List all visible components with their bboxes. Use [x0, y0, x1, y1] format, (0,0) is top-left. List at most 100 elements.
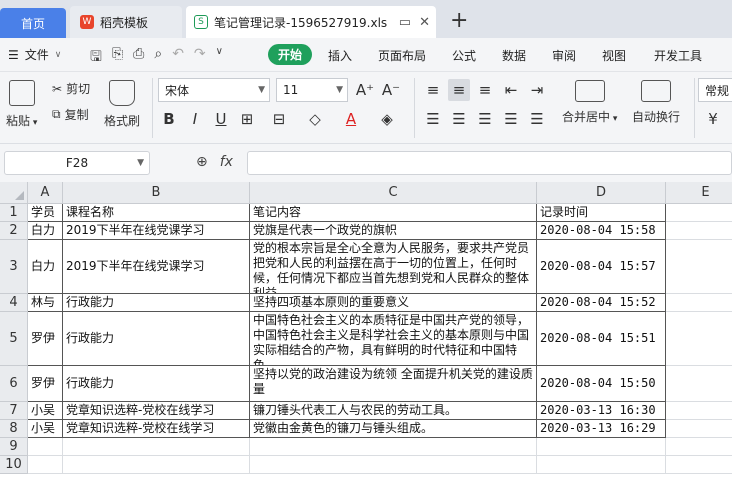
cell-a4[interactable]: 林与: [28, 294, 63, 312]
save-icon[interactable]: 🖫: [90, 46, 102, 70]
row-header-7[interactable]: 7: [0, 402, 28, 420]
cell-e5[interactable]: [666, 312, 732, 366]
column-header-d[interactable]: D: [537, 182, 666, 204]
formula-input[interactable]: [247, 151, 732, 175]
row-header-1[interactable]: 1: [0, 204, 28, 222]
cell-b9[interactable]: [63, 438, 250, 456]
export-icon[interactable]: ⎘: [112, 46, 123, 70]
cell-e7[interactable]: [666, 402, 732, 420]
chevron-down-icon[interactable]: ∨: [216, 46, 223, 70]
cell-a5[interactable]: 罗伊: [28, 312, 63, 366]
align-right-icon[interactable]: ☰: [474, 108, 496, 130]
column-header-c[interactable]: C: [250, 182, 537, 204]
cell-e1[interactable]: [666, 204, 732, 222]
redo-icon[interactable]: ↷: [194, 46, 206, 70]
indent-decrease-icon[interactable]: ⇤: [500, 79, 522, 101]
cell-e10[interactable]: [666, 456, 732, 474]
cell-b5[interactable]: 行政能力: [63, 312, 250, 366]
menu-formulas[interactable]: 公式: [452, 47, 476, 64]
wrap-text-button[interactable]: 自动换行: [632, 80, 680, 125]
menu-insert[interactable]: 插入: [328, 47, 352, 64]
menu-home[interactable]: 开始: [268, 44, 313, 65]
cell-d2[interactable]: 2020-08-04 15:58: [537, 222, 666, 240]
cell-d3[interactable]: 2020-08-04 15:57: [537, 240, 666, 294]
cell-d8[interactable]: 2020-03-13 16:29: [537, 420, 666, 438]
cell-b10[interactable]: [63, 456, 250, 474]
cell-d9[interactable]: [537, 438, 666, 456]
align-center-icon[interactable]: ☰: [448, 108, 470, 130]
decrease-font-icon[interactable]: A⁻: [380, 79, 402, 101]
cell-d7[interactable]: 2020-03-13 16:30: [537, 402, 666, 420]
file-menu[interactable]: ☰ 文件 ∨: [8, 46, 61, 63]
row-header-4[interactable]: 4: [0, 294, 28, 312]
cell-b4[interactable]: 行政能力: [63, 294, 250, 312]
column-header-b[interactable]: B: [63, 182, 250, 204]
cell-d1[interactable]: 记录时间: [537, 204, 666, 222]
cell-a3[interactable]: 白力: [28, 240, 63, 294]
menu-view[interactable]: 视图: [602, 47, 626, 64]
row-header-9[interactable]: 9: [0, 438, 28, 456]
cell-d5[interactable]: 2020-08-04 15:51: [537, 312, 666, 366]
cell-e4[interactable]: [666, 294, 732, 312]
cell-c4[interactable]: 坚持四项基本原则的重要意义: [250, 294, 537, 312]
increase-font-icon[interactable]: A⁺: [354, 79, 376, 101]
cell-b3[interactable]: 2019下半年在线党课学习: [63, 240, 250, 294]
cell-a10[interactable]: [28, 456, 63, 474]
print-preview-icon[interactable]: ⌕: [154, 46, 162, 70]
row-header-2[interactable]: 2: [0, 222, 28, 240]
format-painter-button[interactable]: 格式刷: [104, 80, 140, 129]
cell-e9[interactable]: [666, 438, 732, 456]
cell-d4[interactable]: 2020-08-04 15:52: [537, 294, 666, 312]
zoom-icon[interactable]: ⊕: [196, 154, 208, 170]
select-all-corner[interactable]: [0, 182, 28, 204]
cell-c8[interactable]: 党徽由金黄色的镰刀与锤头组成。: [250, 420, 537, 438]
column-header-a[interactable]: A: [28, 182, 63, 204]
cell-c9[interactable]: [250, 438, 537, 456]
cell-b6[interactable]: 行政能力: [63, 366, 250, 402]
cell-d6[interactable]: 2020-08-04 15:50: [537, 366, 666, 402]
menu-developer[interactable]: 开发工具: [654, 47, 702, 64]
align-top-icon[interactable]: ≡: [422, 79, 444, 101]
currency-icon[interactable]: ¥: [702, 108, 724, 130]
merge-icon[interactable]: ⊟: [268, 108, 290, 130]
menu-data[interactable]: 数据: [502, 47, 526, 64]
cell-b2[interactable]: 2019下半年在线党课学习: [63, 222, 250, 240]
undo-icon[interactable]: ↶: [172, 46, 184, 70]
cell-b8[interactable]: 党章知识选粹-党校在线学习: [63, 420, 250, 438]
font-size-select[interactable]: 11 ▼: [276, 78, 348, 102]
font-name-select[interactable]: 宋体 ▼: [158, 78, 270, 102]
row-header-5[interactable]: 5: [0, 312, 28, 366]
menu-review[interactable]: 审阅: [552, 47, 576, 64]
cell-a9[interactable]: [28, 438, 63, 456]
cell-a8[interactable]: 小吴: [28, 420, 63, 438]
number-format-select[interactable]: 常规: [698, 78, 732, 102]
border-icon[interactable]: ⊞: [236, 108, 258, 130]
cell-c5[interactable]: 中国特色社会主义的本质特征是中国共产党的领导，中国特色社会主义是科学社会主义的基…: [250, 312, 537, 366]
fx-icon[interactable]: fx: [220, 154, 233, 170]
cell-c3[interactable]: 党的根本宗旨是全心全意为人民服务，要求共产党员把党和人民的利益摆在高于一切的位置…: [250, 240, 537, 294]
name-box[interactable]: F28 ▼: [4, 151, 150, 175]
cell-c1[interactable]: 笔记内容: [250, 204, 537, 222]
tab-docer-templates[interactable]: W 稻壳模板: [70, 6, 182, 38]
row-header-3[interactable]: 3: [0, 240, 28, 294]
row-header-8[interactable]: 8: [0, 420, 28, 438]
tab-spreadsheet-file[interactable]: S 笔记管理记录-1596527919.xls ▭ ✕: [186, 6, 436, 38]
cell-e2[interactable]: [666, 222, 732, 240]
font-color-icon[interactable]: A: [340, 108, 362, 130]
cell-a1[interactable]: 学员: [28, 204, 63, 222]
cell-c7[interactable]: 镰刀锤头代表工人与农民的劳动工具。: [250, 402, 537, 420]
cell-a6[interactable]: 罗伊: [28, 366, 63, 402]
row-header-6[interactable]: 6: [0, 366, 28, 402]
fill-color-icon[interactable]: ◇: [304, 108, 326, 130]
cell-c10[interactable]: [250, 456, 537, 474]
bold-icon[interactable]: B: [158, 108, 180, 130]
tab-home[interactable]: 首页: [0, 8, 66, 38]
align-bottom-icon[interactable]: ≡: [474, 79, 496, 101]
justify-icon[interactable]: ☰: [500, 108, 522, 130]
column-header-e[interactable]: E: [666, 182, 732, 204]
cell-e8[interactable]: [666, 420, 732, 438]
cell-a7[interactable]: 小吴: [28, 402, 63, 420]
italic-icon[interactable]: I: [184, 108, 206, 130]
window-icon[interactable]: ▭: [399, 15, 411, 30]
indent-increase-icon[interactable]: ⇥: [526, 79, 548, 101]
